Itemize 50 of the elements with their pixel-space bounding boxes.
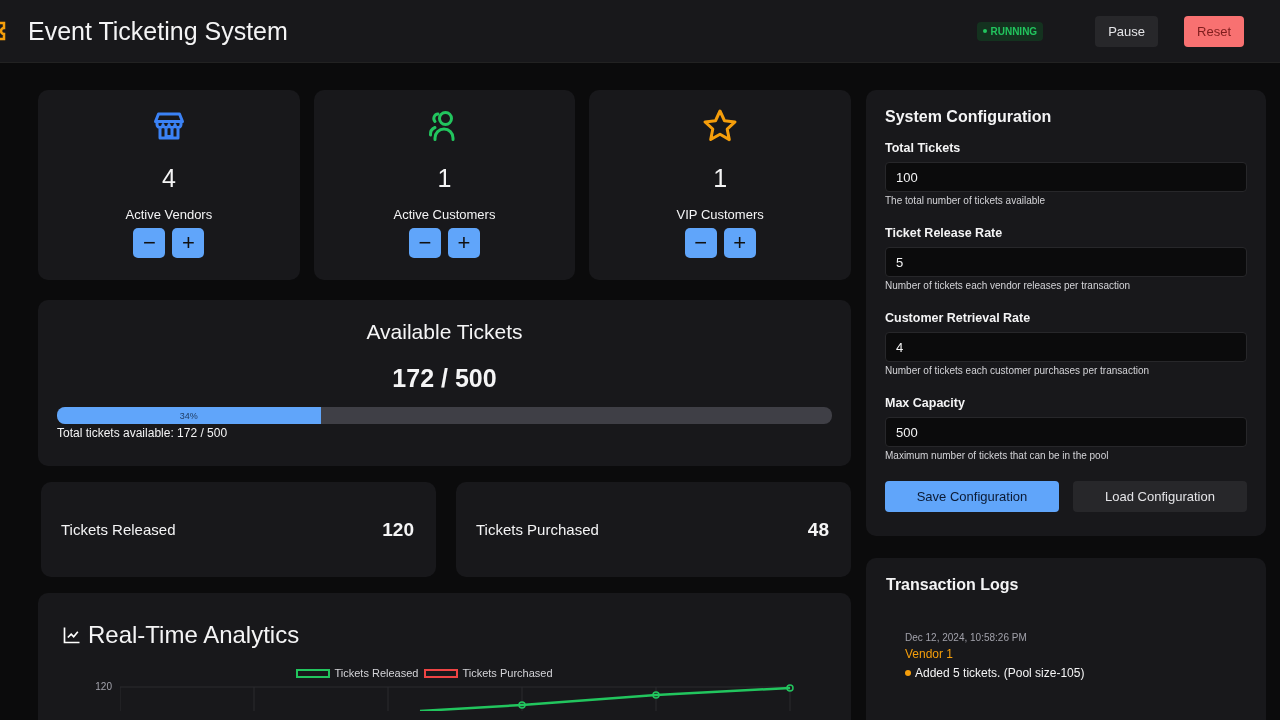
status-label: RUNNING <box>990 25 1038 37</box>
field-help: Maximum number of tickets that can be in the pool <box>885 450 1110 461</box>
status-dot <box>983 29 988 33</box>
total-label: Tickets Released <box>61 521 176 538</box>
decrement-button[interactable]: − <box>684 228 717 258</box>
field-help: Number of tickets each customer purchases per transaction <box>885 365 1150 376</box>
legend-label: Tickets Purchased <box>462 667 553 679</box>
progress-fill: 34% <box>57 407 321 424</box>
reset-button[interactable]: Reset <box>1184 15 1244 47</box>
input-field[interactable]: 500 <box>885 417 1247 447</box>
save-button[interactable]: Save Configuration <box>885 481 1059 512</box>
field-label: Ticket Release Rate <box>885 226 1004 240</box>
load-button[interactable]: Load Configuration <box>1073 481 1247 512</box>
total-value: 120 <box>382 518 414 541</box>
section-title: Real-Time Analytics <box>88 621 300 649</box>
card-title: System Configuration <box>885 108 1053 126</box>
field-help: The total number of tickets available <box>885 195 1047 206</box>
total-value: 48 <box>807 518 829 541</box>
log-message: Added 5 tickets. (Pool size-105) <box>915 666 1085 680</box>
card-title: Transaction Logs <box>886 576 1020 594</box>
stat-value: 4 <box>161 164 176 193</box>
field-label: Total Tickets <box>885 141 962 155</box>
stat-label: Active Customers <box>393 207 496 222</box>
stat-value: 1 <box>437 164 452 193</box>
stat-value: 1 <box>713 164 728 193</box>
field-label: Max Capacity <box>885 396 966 410</box>
log-time: Dec 12, 2024, 10:58:26 PM <box>905 632 1028 643</box>
ticket-count: 172 / 500 <box>392 364 497 393</box>
input-field[interactable]: 5 <box>885 247 1247 277</box>
increment-button[interactable]: + <box>172 228 205 258</box>
axis-tick-label: 120 <box>94 681 113 694</box>
increment-button[interactable]: + <box>723 228 756 258</box>
app-title: Event Ticketing System <box>28 16 289 46</box>
input-field[interactable]: 4 <box>885 332 1247 362</box>
total-label: Tickets Purchased <box>476 521 599 538</box>
input-field[interactable]: 100 <box>885 162 1247 192</box>
progress-caption: Total tickets available: 172 / 500 <box>57 426 228 440</box>
increment-button[interactable]: + <box>448 228 480 258</box>
decrement-button[interactable]: − <box>133 228 166 258</box>
log-source: Vendor 1 <box>905 647 955 661</box>
pause-button[interactable]: Pause <box>1095 15 1159 47</box>
stat-label: Active Vendors <box>125 207 213 222</box>
field-label: Customer Retrieval Rate <box>885 311 1032 325</box>
field-help: Number of tickets each vendor releases per transaction <box>885 280 1132 291</box>
decrement-button[interactable]: − <box>409 228 441 258</box>
stat-label: VIP Customers <box>676 207 764 222</box>
ticket-icon <box>0 20 8 42</box>
legend-label: Tickets Released <box>334 667 419 679</box>
chart-icon <box>62 625 82 645</box>
card-title: Available Tickets <box>366 320 523 344</box>
